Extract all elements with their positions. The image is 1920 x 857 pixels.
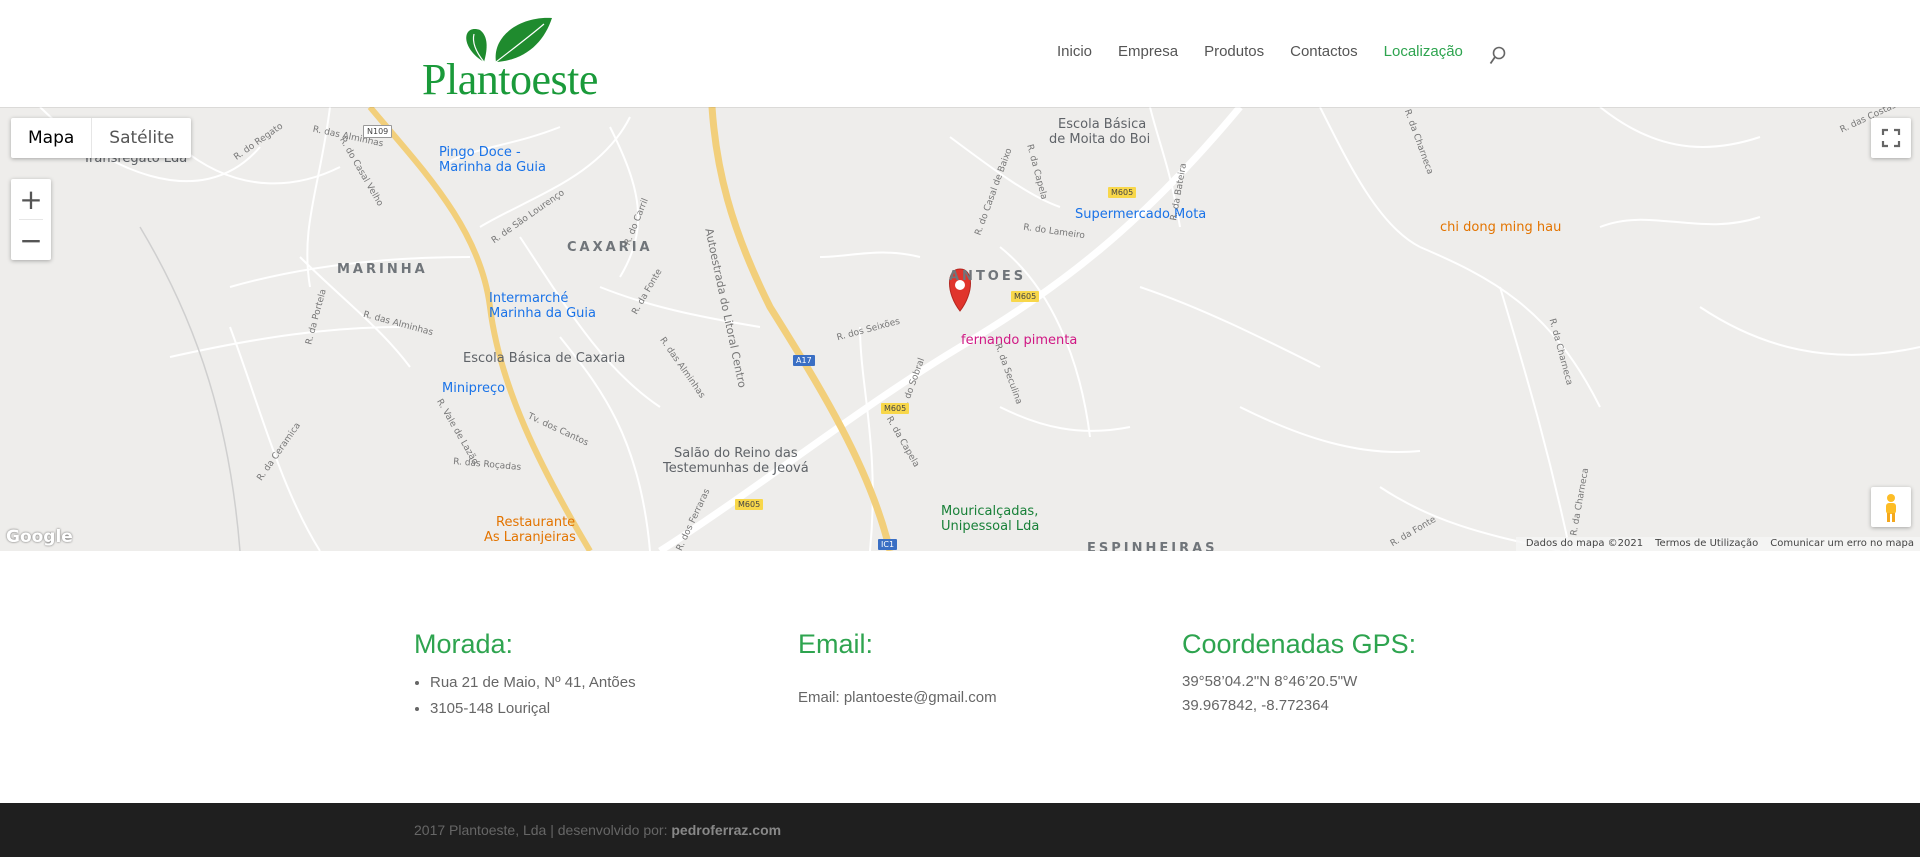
attrib-report[interactable]: Comunicar um erro no mapa: [1764, 537, 1920, 551]
road-shield: N109: [363, 125, 393, 138]
poi-mouricalcadas-1[interactable]: Mouricalçadas,: [941, 504, 1038, 519]
main-nav: Inicio Empresa Produtos Contactos Locali…: [1057, 43, 1489, 60]
footer-link[interactable]: pedroferraz.com: [671, 822, 781, 838]
poi-escola-moita-1[interactable]: Escola Básica: [1058, 117, 1146, 132]
plantoeste-logo[interactable]: Plantoeste: [422, 14, 622, 104]
poi-mouricalcadas-2[interactable]: Unipessoal Lda: [941, 519, 1039, 534]
fullscreen-button[interactable]: [1871, 118, 1911, 158]
road-shield: A17: [793, 355, 815, 366]
street-view-pegman[interactable]: [1871, 487, 1911, 527]
poi-salao-2[interactable]: Testemunhas de Jeová: [663, 461, 809, 476]
nav-produtos[interactable]: Produtos: [1204, 43, 1264, 60]
nav-localizacao[interactable]: Localização: [1384, 43, 1463, 60]
map-type-mapa[interactable]: Mapa: [11, 118, 93, 158]
area-espinheiras: ESPINHEIRAS: [1087, 541, 1218, 551]
poi-minipreco[interactable]: Minipreço: [442, 381, 505, 396]
poi-escola-moita-2[interactable]: de Moita do Boi: [1049, 132, 1150, 147]
morada-line: Rua 21 de Maio, Nº 41, Antões: [430, 670, 636, 696]
poi-intermarche-1[interactable]: Intermarché: [489, 291, 568, 306]
morada-section: Morada: Rua 21 de Maio, Nº 41, Antões 31…: [414, 629, 636, 722]
gps-dms: 39°58’04.2"N 8°46’20.5"W: [1182, 673, 1358, 690]
zoom-in-button[interactable]: +: [11, 179, 51, 219]
road-shield: M605: [1108, 187, 1137, 198]
poi-restaurante-1[interactable]: Restaurante: [496, 515, 575, 530]
poi-pingo-doce-1[interactable]: Pingo Doce -: [439, 145, 521, 160]
road-shield: M605: [1011, 291, 1040, 302]
logo-text: Plantoeste: [422, 55, 598, 104]
map-roads: [39, 107, 1920, 551]
email-text[interactable]: Email: plantoeste@gmail.com: [798, 686, 997, 710]
fullscreen-icon: [1881, 128, 1901, 148]
email-title: Email:: [798, 629, 874, 659]
zoom-control: + −: [11, 179, 51, 260]
nav-contactos[interactable]: Contactos: [1290, 43, 1358, 60]
footer-credits: 2017 Plantoeste, Lda | desenvolvido por:…: [414, 822, 781, 838]
poi-escola-caxaria[interactable]: Escola Básica de Caxaria: [463, 351, 625, 366]
morada-list: Rua 21 de Maio, Nº 41, Antões 3105-148 L…: [414, 670, 636, 722]
poi-supermercado-mota[interactable]: Supermercado Mota: [1075, 207, 1206, 222]
footer-prefix: 2017 Plantoeste, Lda | desenvolvido por:: [414, 822, 672, 838]
nav-inicio[interactable]: Inicio: [1057, 43, 1092, 60]
site-header: Plantoeste Inicio Empresa Produtos Conta…: [0, 0, 1920, 107]
attrib-terms[interactable]: Termos de Utilização: [1649, 537, 1764, 551]
poi-chi-dong[interactable]: chi dong ming hau: [1440, 220, 1561, 235]
poi-salao-1[interactable]: Salão do Reino das: [674, 446, 798, 461]
morada-line: 3105-148 Louriçal: [430, 696, 636, 722]
map-type-control: Mapa Satélite: [11, 118, 192, 158]
map-type-satelite[interactable]: Satélite: [92, 118, 191, 158]
site-footer: 2017 Plantoeste, Lda | desenvolvido por:…: [0, 803, 1920, 857]
search-icon[interactable]: [1489, 46, 1507, 66]
morada-title: Morada:: [414, 629, 514, 659]
poi-pingo-doce-2[interactable]: Marinha da Guia: [439, 160, 546, 175]
attrib-data: Dados do mapa ©2021: [1525, 538, 1644, 549]
poi-intermarche-2[interactable]: Marinha da Guia: [489, 306, 596, 321]
gps-section: Coordenadas GPS: 39°58’04.2"N 8°46’20.5"…: [1182, 629, 1416, 718]
gps-title: Coordenadas GPS:: [1182, 629, 1417, 659]
poi-restaurante-2[interactable]: As Laranjeiras: [484, 530, 576, 545]
nav-empresa[interactable]: Empresa: [1118, 43, 1178, 60]
zoom-out-button[interactable]: −: [11, 220, 51, 260]
poi-fernando-pimenta[interactable]: fernando pimenta: [961, 333, 1077, 348]
area-marinha: MARINHA: [337, 262, 428, 277]
road-shield: IC1: [878, 539, 898, 550]
google-map[interactable]: Mapa Satélite + − Transregato Lda Pingo …: [0, 107, 1920, 551]
email-section: Email: Email: plantoeste@gmail.com: [798, 629, 997, 710]
area-antoes: ANTOES: [949, 269, 1027, 284]
area-caxaria: CAXARIA: [567, 240, 653, 255]
map-attribution: Dados do mapa ©2021 Termos de Utilização…: [1515, 537, 1920, 551]
pegman-icon: [1886, 494, 1896, 522]
road-shield: M605: [735, 499, 764, 510]
google-logo[interactable]: Google: [6, 527, 73, 547]
road-shield: M605: [881, 403, 910, 414]
gps-decimal: 39.967842, -8.772364: [1182, 697, 1329, 714]
